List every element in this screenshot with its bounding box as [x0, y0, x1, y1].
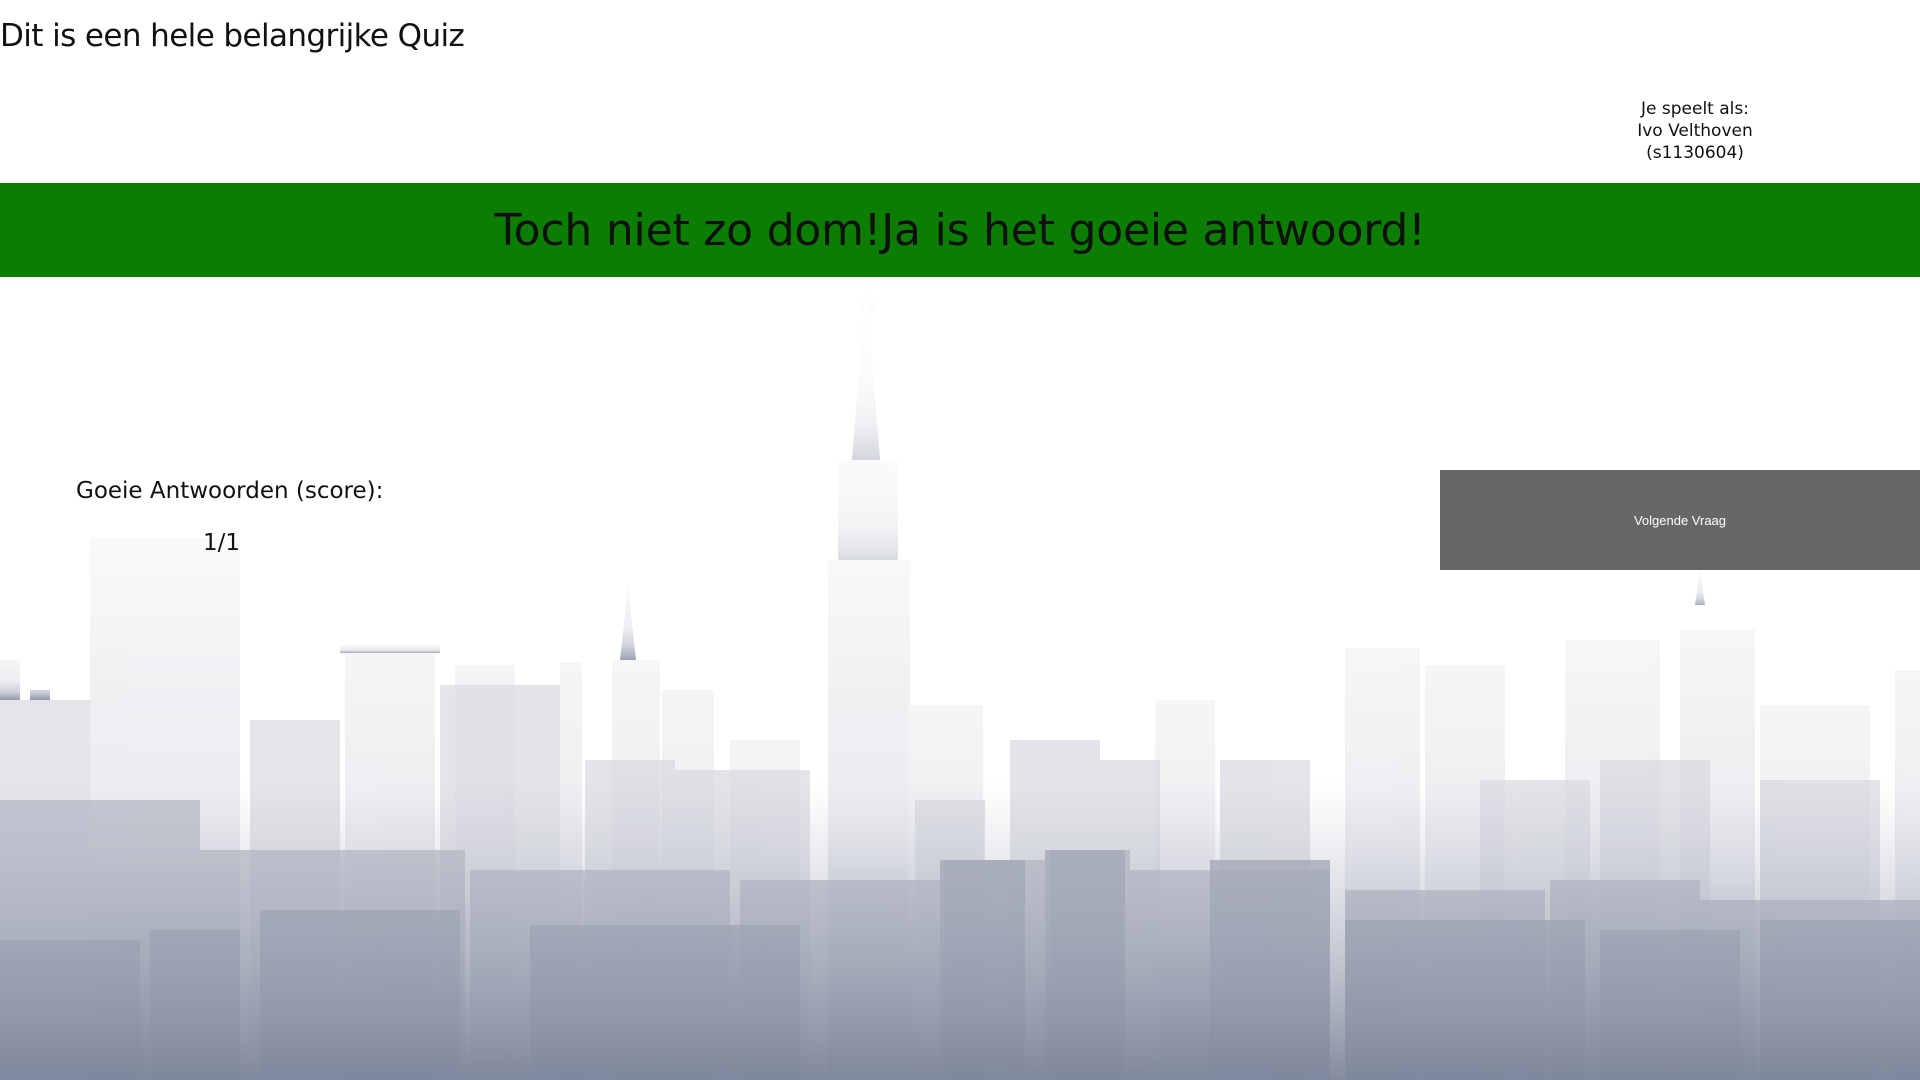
feedback-message: Toch niet zo dom!Ja is het goeie antwoor…: [494, 204, 1426, 256]
player-info: Je speelt als: Ivo Velthoven (s1130604): [1560, 98, 1830, 164]
next-question-button[interactable]: Volgende Vraag: [1440, 470, 1920, 570]
player-id: (s1130604): [1646, 143, 1744, 163]
player-name: Ivo Velthoven: [1637, 121, 1753, 141]
score-value: 1/1: [203, 530, 241, 556]
page-title: Dit is een hele belangrijke Quiz: [0, 18, 465, 54]
score-label: Goeie Antwoorden (score):: [76, 478, 384, 504]
feedback-banner: Toch niet zo dom!Ja is het goeie antwoor…: [0, 183, 1920, 277]
quiz-page: Dit is een hele belangrijke Quiz Je spee…: [0, 0, 1920, 1080]
player-label: Je speelt als:: [1641, 99, 1749, 119]
